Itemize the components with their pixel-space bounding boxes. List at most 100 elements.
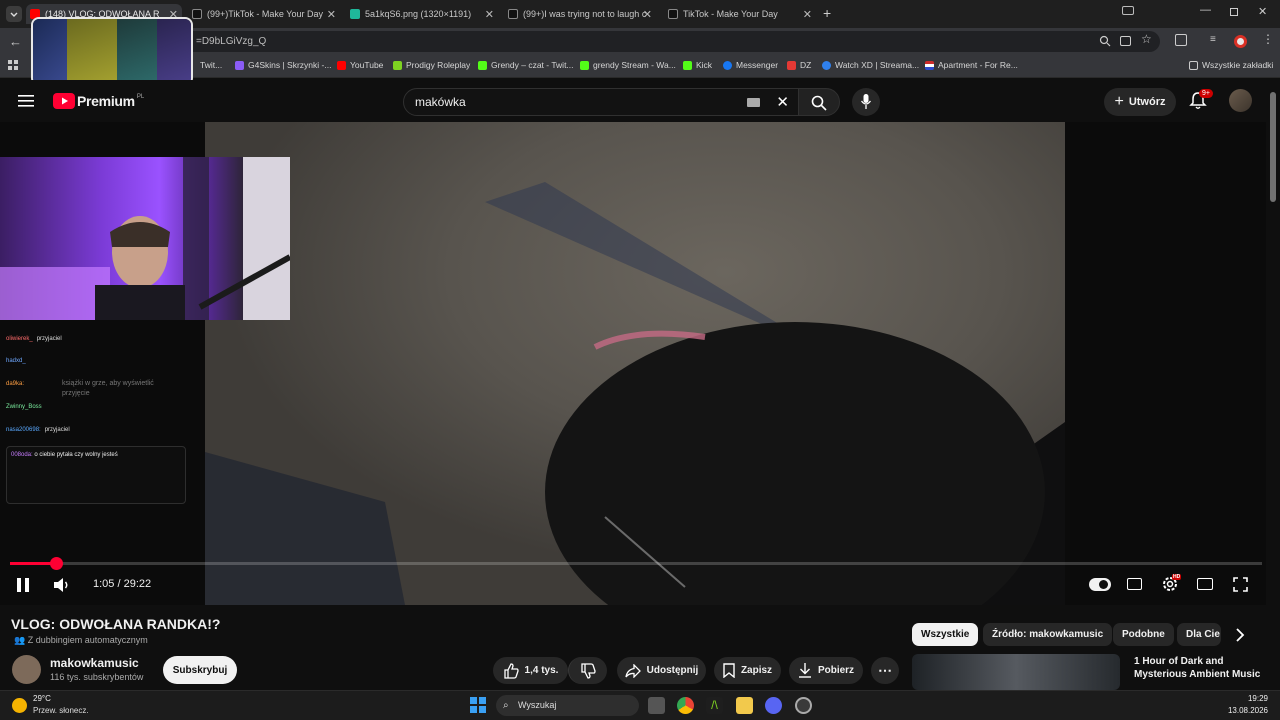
channel-avatar[interactable] <box>12 655 41 684</box>
account-avatar[interactable] <box>1229 89 1252 112</box>
more-actions-button[interactable]: ⋯ <box>871 657 899 684</box>
fullscreen-icon[interactable] <box>1233 577 1248 592</box>
miniplayer-icon[interactable] <box>1197 578 1213 590</box>
autoplay-toggle[interactable] <box>1089 578 1111 591</box>
bookmark-twitch[interactable]: Twit... <box>200 60 222 70</box>
all-bookmarks-label: Wszystkie zakładki <box>1202 60 1274 70</box>
voice-search-button[interactable] <box>852 88 880 116</box>
zoom-icon[interactable] <box>1099 35 1111 47</box>
tab-search-button[interactable] <box>6 6 22 22</box>
page-scrollbar[interactable] <box>1270 90 1276 690</box>
media-control-icon[interactable]: ≡ <box>1210 34 1216 45</box>
chevron-right-icon[interactable] <box>1234 628 1246 642</box>
channel-name[interactable]: makowkamusic <box>50 656 139 670</box>
save-button[interactable]: Zapisz <box>714 657 781 684</box>
discord-icon[interactable] <box>765 697 782 714</box>
taskbar-search[interactable]: ⌕ Wyszukaj <box>496 695 639 716</box>
tab-close-icon[interactable]: ✕ <box>327 8 336 21</box>
keyboard-icon[interactable] <box>747 98 760 107</box>
bookmark-youtube[interactable]: YouTube <box>337 60 383 70</box>
search-value: makówka <box>415 95 466 109</box>
video-title: VLOG: ODWOŁANA RANDKA!? <box>11 616 221 632</box>
tab-tiktok-3[interactable]: TikTok - Make Your Day ✕ <box>664 4 816 24</box>
settings-button[interactable]: HD <box>1161 574 1182 593</box>
menu-dots-icon[interactable]: ⋮ <box>1262 32 1274 46</box>
clock-date[interactable]: 13.08.2026 <box>1222 706 1268 715</box>
bookmark-dz[interactable]: DZ <box>787 60 811 70</box>
tab-close-icon[interactable]: ✕ <box>485 8 494 21</box>
new-tab-button[interactable]: + <box>823 5 831 21</box>
address-bar[interactable]: =D9bLGiVzg_Q <box>40 31 1160 52</box>
bookmark-watchxd[interactable]: Watch XD | Streama... <box>822 60 919 70</box>
minimize-button[interactable]: — <box>1200 4 1211 16</box>
bookmark-prodigy[interactable]: Prodigy Roleplay <box>393 60 470 70</box>
video-player[interactable]: oliwierek_ przyjaciel hadxd_ da9ka: książ… <box>0 122 1266 605</box>
steam-icon[interactable] <box>795 697 812 714</box>
file-explorer-icon[interactable] <box>736 697 753 714</box>
progress-bar[interactable] <box>10 557 1262 570</box>
progress-scrubber[interactable] <box>50 557 63 570</box>
search-button[interactable] <box>798 88 840 116</box>
tab-tiktok-1[interactable]: (99+)TikTok - Make Your Day ✕ <box>188 4 340 24</box>
create-button[interactable]: + Utwórz <box>1104 88 1176 116</box>
bookmark-kick[interactable]: Kick <box>683 60 712 70</box>
tab-label: TikTok - Make Your Day <box>683 9 778 19</box>
share-icon <box>625 663 641 678</box>
task-view-icon[interactable] <box>648 697 665 714</box>
chat-highlight-box: 008oda: o ciebie pytała czy wolny jesteś <box>6 446 186 504</box>
bookmark-grendy-stream[interactable]: grendy Stream - Wa... <box>580 60 676 70</box>
search-input[interactable]: makówka ✕ <box>403 88 799 116</box>
hamburger-menu-icon[interactable] <box>18 95 34 107</box>
app-icon[interactable]: /\ <box>706 697 723 714</box>
windows-start-icon[interactable] <box>470 697 486 713</box>
chip-related[interactable]: Podobne <box>1113 623 1174 646</box>
dislike-button[interactable] <box>568 657 607 684</box>
weather-sun-icon[interactable] <box>12 698 27 713</box>
recommendation-title[interactable]: 1 Hour of Dark and Mysterious Ambient Mu… <box>1134 655 1264 681</box>
subtitles-icon[interactable] <box>1127 578 1142 590</box>
preview-tile <box>157 19 191 84</box>
recommendation-thumbnail[interactable] <box>912 654 1120 690</box>
tab-hover-preview <box>31 17 193 86</box>
pause-icon[interactable] <box>17 578 29 592</box>
notifications-button[interactable]: 9+ <box>1189 89 1213 110</box>
weather-description[interactable]: Przew. słonecz. <box>33 706 89 715</box>
install-app-icon[interactable] <box>1120 36 1131 46</box>
like-button[interactable]: 1,4 tys. <box>493 657 568 684</box>
chrome-icon[interactable] <box>677 697 694 714</box>
youtube-premium-logo[interactable]: Premium PL <box>53 93 144 109</box>
share-button[interactable]: Udostępnij <box>617 657 706 684</box>
download-label: Pobierz <box>817 665 855 676</box>
back-button[interactable]: ← <box>9 34 22 49</box>
scrollbar-thumb[interactable] <box>1270 92 1276 202</box>
bookmark-messenger[interactable]: Messenger <box>723 60 778 70</box>
download-button[interactable]: Pobierz <box>789 657 863 684</box>
video-frame[interactable] <box>205 122 1065 605</box>
bookmark-star-icon[interactable]: ☆ <box>1141 32 1152 46</box>
weather-temperature[interactable]: 29°C <box>33 694 51 703</box>
tab-close-icon[interactable]: ✕ <box>643 8 652 21</box>
clear-search-icon[interactable]: ✕ <box>776 90 789 116</box>
chip-source[interactable]: Źródło: makowkamusic <box>983 623 1113 646</box>
extensions-icon[interactable] <box>1175 34 1187 46</box>
tab-image[interactable]: 5a1kqS6.png (1320×1191) ✕ <box>346 4 498 24</box>
bookmark-icon <box>723 663 735 678</box>
apps-grid-icon[interactable] <box>8 60 18 70</box>
profile-avatar[interactable] <box>1234 35 1247 48</box>
restore-button[interactable] <box>1230 8 1238 16</box>
bookmark-grendy-chat[interactable]: Grendy – czat - Twit... <box>478 60 574 70</box>
close-window-button[interactable]: ✕ <box>1258 5 1267 18</box>
bookmark-g4skins[interactable]: G4Skins | Skrzynki -... <box>235 60 331 70</box>
tab-close-icon[interactable]: ✕ <box>803 8 812 21</box>
volume-icon[interactable] <box>53 577 71 593</box>
clock-time[interactable]: 19:29 <box>1222 694 1268 703</box>
chip-all[interactable]: Wszystkie <box>912 623 979 646</box>
tab-tiktok-2[interactable]: (99+)I was trying not to laugh c ✕ <box>504 4 656 24</box>
subscribe-button[interactable]: Subskrybuj <box>163 656 237 684</box>
bookmark-apartment[interactable]: Apartment - For Re... <box>925 60 1018 70</box>
preview-tile <box>117 19 157 84</box>
chat-user: nasa200698: <box>6 427 41 433</box>
all-bookmarks[interactable]: Wszystkie zakładki <box>1189 60 1273 70</box>
chip-for-you[interactable]: Dla Cie <box>1177 623 1221 646</box>
cast-icon[interactable] <box>1122 6 1134 15</box>
